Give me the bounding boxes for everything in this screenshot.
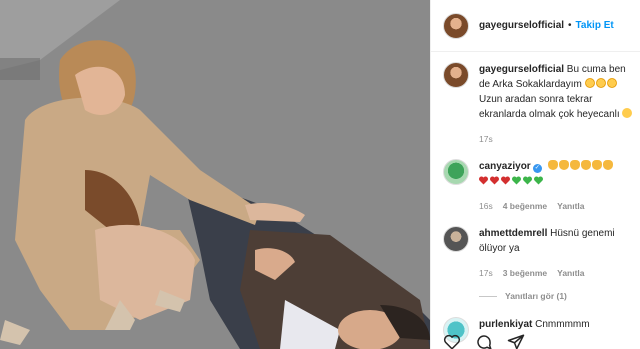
red-heart-emoji-icon [479, 176, 488, 185]
comments-list: gayegurselofficial Bu cuma ben de Arka S… [443, 62, 640, 343]
view-replies-button[interactable]: Yanıtları gör (1) [479, 291, 640, 301]
star-eyes-emoji-icon [606, 78, 617, 88]
caption-avatar[interactable] [443, 62, 469, 88]
comment-text: Cnmmmmm [532, 319, 590, 330]
follow-button[interactable]: Takip Et [576, 20, 614, 31]
comment-time[interactable]: 16s [479, 199, 493, 214]
scene-illustration [0, 0, 430, 349]
clap-emoji-icon [548, 160, 559, 170]
green-heart-emoji-icon [534, 176, 543, 185]
red-heart-emoji-icon [490, 176, 499, 185]
comment-username[interactable]: purlenkiyat [479, 319, 532, 330]
comment-icon[interactable] [475, 333, 493, 349]
clap-emoji-icon [570, 160, 581, 170]
post-photo[interactable] [0, 0, 430, 349]
caption: gayegurselofficial Bu cuma ben de Arka S… [443, 62, 640, 147]
caption-meta: 17s [479, 132, 639, 147]
verified-badge-icon: ✓ [532, 164, 542, 173]
reply-button[interactable]: Yanıtla [557, 266, 584, 281]
star-eyes-emoji-icon [595, 78, 606, 88]
share-icon[interactable] [507, 333, 525, 349]
post-header: gayegurselofficial • Takip Et [431, 0, 640, 52]
view-replies-label: Yanıtları gör (1) [505, 291, 567, 301]
replies-divider [479, 295, 497, 297]
comment-time[interactable]: 17s [479, 266, 493, 281]
star-eyes-emoji-icon [584, 78, 595, 88]
comment-username[interactable]: canyaziyor [479, 161, 531, 172]
comment-likes[interactable]: 4 beğenme [503, 199, 547, 214]
green-heart-emoji-icon [512, 176, 521, 185]
red-heart-emoji-icon [501, 176, 510, 185]
comment-likes[interactable]: 3 beğenme [503, 266, 547, 281]
post-side-panel: gayegurselofficial • Takip Et gayegursel… [430, 0, 640, 349]
comment-avatar[interactable] [443, 226, 469, 252]
comment-username[interactable]: ahmettdemrell [479, 228, 547, 239]
comment-item: canyaziyor ✓ 16s 4 beğenme Yanıtla [443, 159, 640, 214]
author-username[interactable]: gayegurselofficial [479, 20, 564, 31]
clap-emoji-icon [603, 160, 614, 170]
caption-time[interactable]: 17s [479, 132, 493, 147]
green-heart-emoji-icon [523, 176, 532, 185]
caption-text-continued: Uzun aradan sonra tekrar ekranlarda olma… [479, 94, 620, 120]
clap-emoji-icon [559, 160, 570, 170]
post-actions [443, 333, 525, 349]
comment-avatar[interactable] [443, 159, 469, 185]
comment-meta: 17s 3 beğenme Yanıtla [479, 266, 639, 281]
separator-dot: • [568, 20, 572, 31]
clap-emoji-icon [592, 160, 603, 170]
caption-username[interactable]: gayegurselofficial [479, 64, 564, 75]
comment-meta: 16s 4 beğenme Yanıtla [479, 199, 639, 214]
reply-button[interactable]: Yanıtla [557, 199, 584, 214]
comment-item: ahmettdemrell Hüsnü genemi ölüyor ya 17s… [443, 226, 640, 281]
clap-emoji-icon [581, 160, 592, 170]
heart-icon[interactable] [443, 333, 461, 349]
smile-emoji-icon [622, 108, 633, 118]
author-avatar[interactable] [443, 12, 469, 39]
